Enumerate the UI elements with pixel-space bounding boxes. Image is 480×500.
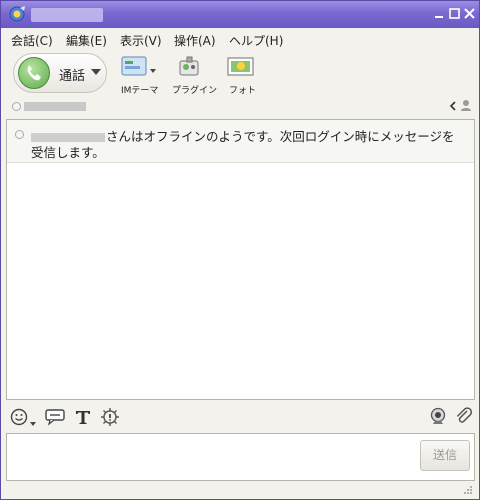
- formatting-toolbar: [1, 403, 479, 431]
- photo-icon: [227, 57, 254, 76]
- offline-notice: さんはオフラインのようです。次回ログイン時にメッセージを受信します。: [7, 120, 474, 163]
- window-title-redacted: [31, 8, 103, 22]
- im-theme-label: IMテーマ: [121, 86, 159, 96]
- close-icon: [464, 8, 475, 19]
- contact-profile-icon[interactable]: [460, 99, 472, 112]
- webcam-icon[interactable]: [428, 407, 448, 427]
- menu-view[interactable]: 表示(V): [120, 32, 162, 49]
- minimize-icon: [435, 16, 443, 18]
- maximize-button[interactable]: [448, 7, 461, 20]
- offline-status-icon: [12, 102, 21, 111]
- im-theme-icon: [121, 56, 147, 76]
- menu-conversation[interactable]: 会話(C): [11, 32, 53, 49]
- menu-bar: 会話(C) 編集(E) 表示(V) 操作(A) ヘルプ(H): [1, 29, 479, 49]
- messenger-app-icon: [9, 6, 25, 22]
- contact-status-row: [1, 98, 479, 115]
- paperclip-icon[interactable]: [455, 407, 473, 427]
- chevron-down-icon[interactable]: [91, 69, 101, 75]
- photo-label: フォト: [229, 86, 257, 96]
- offline-status-icon: [15, 130, 24, 139]
- font-icon[interactable]: [74, 408, 92, 426]
- plugin-icon: [179, 56, 199, 76]
- chevron-down-icon[interactable]: [150, 69, 156, 73]
- close-button[interactable]: [463, 7, 476, 20]
- resize-grip-icon[interactable]: [463, 485, 473, 495]
- offline-notice-text: さんはオフラインのようです。次回ログイン時にメッセージを受信します。: [31, 129, 466, 161]
- contact-name-redacted: [31, 133, 105, 142]
- chevron-down-icon[interactable]: [30, 422, 36, 426]
- title-bar[interactable]: [1, 1, 479, 28]
- call-button[interactable]: 通話: [13, 53, 107, 93]
- send-button[interactable]: 送信: [420, 440, 470, 471]
- maximize-icon: [449, 8, 460, 19]
- nudge-icon[interactable]: [100, 407, 120, 427]
- wink-speech-icon[interactable]: [44, 408, 66, 426]
- phone-icon: [18, 57, 50, 89]
- call-label: 通話: [59, 69, 86, 84]
- conversation-pane[interactable]: さんはオフラインのようです。次回ログイン時にメッセージを受信します。: [6, 119, 475, 400]
- menu-edit[interactable]: 編集(E): [66, 32, 107, 49]
- menu-help[interactable]: ヘルプ(H): [229, 32, 283, 49]
- menu-actions[interactable]: 操作(A): [174, 32, 216, 49]
- emoticon-icon[interactable]: [10, 408, 30, 426]
- contact-name-redacted: [24, 102, 86, 111]
- messenger-window: 会話(C) 編集(E) 表示(V) 操作(A) ヘルプ(H) 通話 IMテーマ: [0, 0, 480, 500]
- minimize-button[interactable]: [433, 7, 446, 20]
- plugin-label: プラグイン: [172, 86, 218, 96]
- chevron-left-icon[interactable]: [449, 100, 457, 112]
- message-input[interactable]: [6, 433, 475, 481]
